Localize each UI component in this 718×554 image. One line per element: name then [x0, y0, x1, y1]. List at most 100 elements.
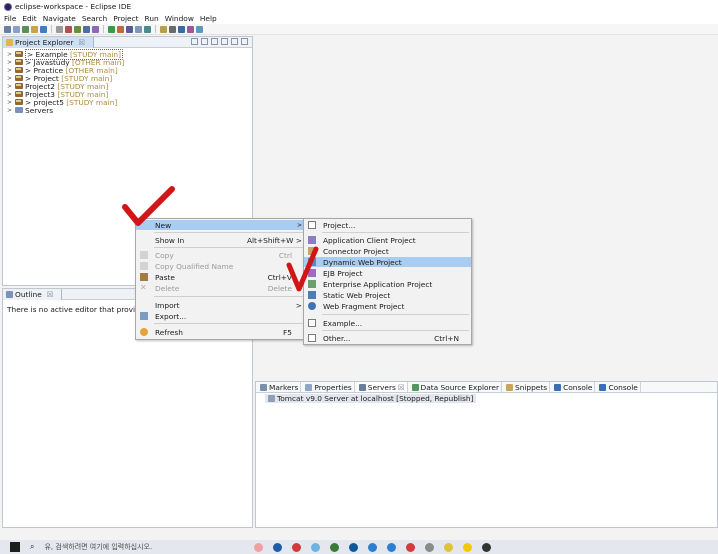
tab-project-explorer[interactable]: Project Explorer ☒: [3, 37, 95, 48]
submenu-item-static-web-project[interactable]: Static Web Project: [304, 290, 471, 300]
toolbar-button-icon[interactable]: [144, 25, 151, 33]
server-row-tomcat[interactable]: Tomcat v9.0 Server at localhost [Stopped…: [265, 394, 477, 403]
minimize-icon[interactable]: [231, 38, 238, 45]
menu-navigate[interactable]: Navigate: [43, 14, 76, 23]
menu-project[interactable]: Project: [113, 14, 138, 23]
tab-properties[interactable]: Properties: [303, 382, 355, 392]
menu-bar: File Edit Navigate Search Project Run Wi…: [0, 13, 718, 24]
submenu-item-label: Project...: [323, 220, 356, 230]
tab-console[interactable]: Console: [552, 382, 596, 392]
copy-qualified-name-icon: [140, 262, 148, 270]
submenu-arrow-icon: >: [296, 221, 302, 229]
filter-icon[interactable]: [211, 38, 218, 45]
submenu-item-dynamic-web-project[interactable]: Dynamic Web Project: [304, 257, 471, 267]
menu-window[interactable]: Window: [165, 14, 194, 23]
toolbar-button-icon[interactable]: [40, 25, 47, 33]
menu-separator: [154, 323, 304, 324]
collapse-all-icon[interactable]: [191, 38, 198, 45]
toolbar-button-icon[interactable]: [65, 25, 72, 33]
submenu-item-enterprise-application-project[interactable]: Enterprise Application Project: [304, 279, 471, 289]
tab-console-2[interactable]: Console: [597, 382, 641, 392]
menu-file[interactable]: File: [4, 14, 16, 23]
submenu-item-connector-project[interactable]: Connector Project: [304, 246, 471, 256]
close-icon[interactable]: ☒: [78, 38, 85, 47]
taskbar-app-icon[interactable]: [425, 542, 435, 552]
start-button[interactable]: [10, 542, 20, 552]
taskbar-app-icon[interactable]: [444, 542, 454, 552]
close-icon[interactable]: ☒: [398, 383, 405, 392]
expand-arrow-icon[interactable]: >: [7, 99, 13, 106]
menu-item-paste[interactable]: Paste Ctrl+V: [136, 272, 306, 282]
toolbar-button-icon[interactable]: [135, 25, 142, 33]
tab-markers[interactable]: Markers: [258, 382, 302, 392]
toolbar-button-icon[interactable]: [31, 25, 38, 33]
toolbar-button-icon[interactable]: [13, 25, 20, 33]
toolbar-button-icon[interactable]: [126, 25, 133, 33]
menu-item-copy-qualified-name[interactable]: Copy Qualified Name: [136, 261, 306, 271]
menu-run[interactable]: Run: [145, 14, 159, 23]
toolbar-button-icon[interactable]: [4, 25, 11, 33]
menu-item-refresh[interactable]: Refresh F5: [136, 327, 306, 337]
submenu-item-application-client-project[interactable]: Application Client Project: [304, 235, 471, 245]
expand-arrow-icon[interactable]: >: [7, 59, 13, 66]
submenu-item-example[interactable]: Example...: [304, 318, 471, 328]
taskbar-app-icon[interactable]: [482, 542, 492, 552]
menu-item-label: Copy Qualified Name: [155, 261, 234, 271]
toolbar-button-icon[interactable]: [108, 25, 115, 33]
expand-arrow-icon[interactable]: >: [7, 91, 13, 98]
view-menu-icon[interactable]: [221, 38, 228, 45]
toolbar-button-icon[interactable]: [169, 25, 176, 33]
taskbar-app-icon[interactable]: [349, 542, 359, 552]
toolbar-button-icon[interactable]: [83, 25, 90, 33]
submenu-item-project[interactable]: Project...: [304, 220, 471, 230]
submenu-item-ejb-project[interactable]: EJB Project: [304, 268, 471, 278]
toolbar-button-icon[interactable]: [160, 25, 167, 33]
menu-help[interactable]: Help: [200, 14, 217, 23]
expand-arrow-icon[interactable]: >: [7, 107, 13, 114]
menu-item-new[interactable]: New >: [136, 220, 306, 230]
menu-edit[interactable]: Edit: [22, 14, 36, 23]
toolbar-button-icon[interactable]: [74, 25, 81, 33]
toolbar-button-icon[interactable]: [117, 25, 124, 33]
toolbar-separator: [103, 25, 104, 33]
taskbar-app-icon[interactable]: [368, 542, 378, 552]
maximize-icon[interactable]: [241, 38, 248, 45]
toolbar-button-icon[interactable]: [196, 25, 203, 33]
tree-item-servers[interactable]: > Servers: [7, 106, 124, 115]
toolbar-button-icon[interactable]: [178, 25, 185, 33]
toolbar-button-icon[interactable]: [56, 25, 63, 33]
taskbar-app-icon[interactable]: [254, 542, 264, 552]
close-icon[interactable]: ☒: [47, 290, 54, 299]
submenu-item-web-fragment-project[interactable]: Web Fragment Project: [304, 301, 471, 311]
link-editor-icon[interactable]: [201, 38, 208, 45]
tab-outline[interactable]: Outline ☒: [3, 289, 63, 300]
toolbar-button-icon[interactable]: [92, 25, 99, 33]
expand-arrow-icon[interactable]: >: [7, 51, 13, 58]
menu-item-copy[interactable]: Copy Ctrl: [136, 250, 306, 260]
menu-item-import[interactable]: Import >: [136, 300, 306, 310]
example-icon: [308, 319, 316, 327]
taskbar-app-icon[interactable]: [273, 542, 283, 552]
tab-snippets[interactable]: Snippets: [504, 382, 551, 392]
taskbar-app-icon[interactable]: [463, 542, 473, 552]
tab-servers[interactable]: Servers ☒: [356, 382, 408, 392]
expand-arrow-icon[interactable]: >: [7, 83, 13, 90]
expand-arrow-icon[interactable]: >: [7, 67, 13, 74]
toolbar-button-icon[interactable]: [22, 25, 29, 33]
tab-data-source-explorer[interactable]: Data Source Explorer: [410, 382, 502, 392]
menu-item-show-in[interactable]: Show In Alt+Shift+W >: [136, 235, 306, 245]
menu-search[interactable]: Search: [82, 14, 107, 23]
menu-item-export[interactable]: Export...: [136, 311, 306, 321]
taskbar-app-icon[interactable]: [292, 542, 302, 552]
expand-arrow-icon[interactable]: >: [7, 75, 13, 82]
submenu-item-other[interactable]: Other... Ctrl+N: [304, 333, 471, 343]
taskbar-app-icon[interactable]: [406, 542, 416, 552]
taskbar-app-icon[interactable]: [330, 542, 340, 552]
taskbar-app-icon[interactable]: [387, 542, 397, 552]
taskbar-app-icon[interactable]: [311, 542, 321, 552]
menu-item-delete[interactable]: ✕ Delete Delete: [136, 283, 306, 293]
submenu-item-accelerator: Ctrl+N: [434, 333, 459, 343]
toolbar-button-icon[interactable]: [187, 25, 194, 33]
taskbar-search-input[interactable]: 유, 검색하려면 여기에 입력하십시오.: [44, 542, 244, 552]
menu-item-label: Paste: [155, 272, 175, 282]
